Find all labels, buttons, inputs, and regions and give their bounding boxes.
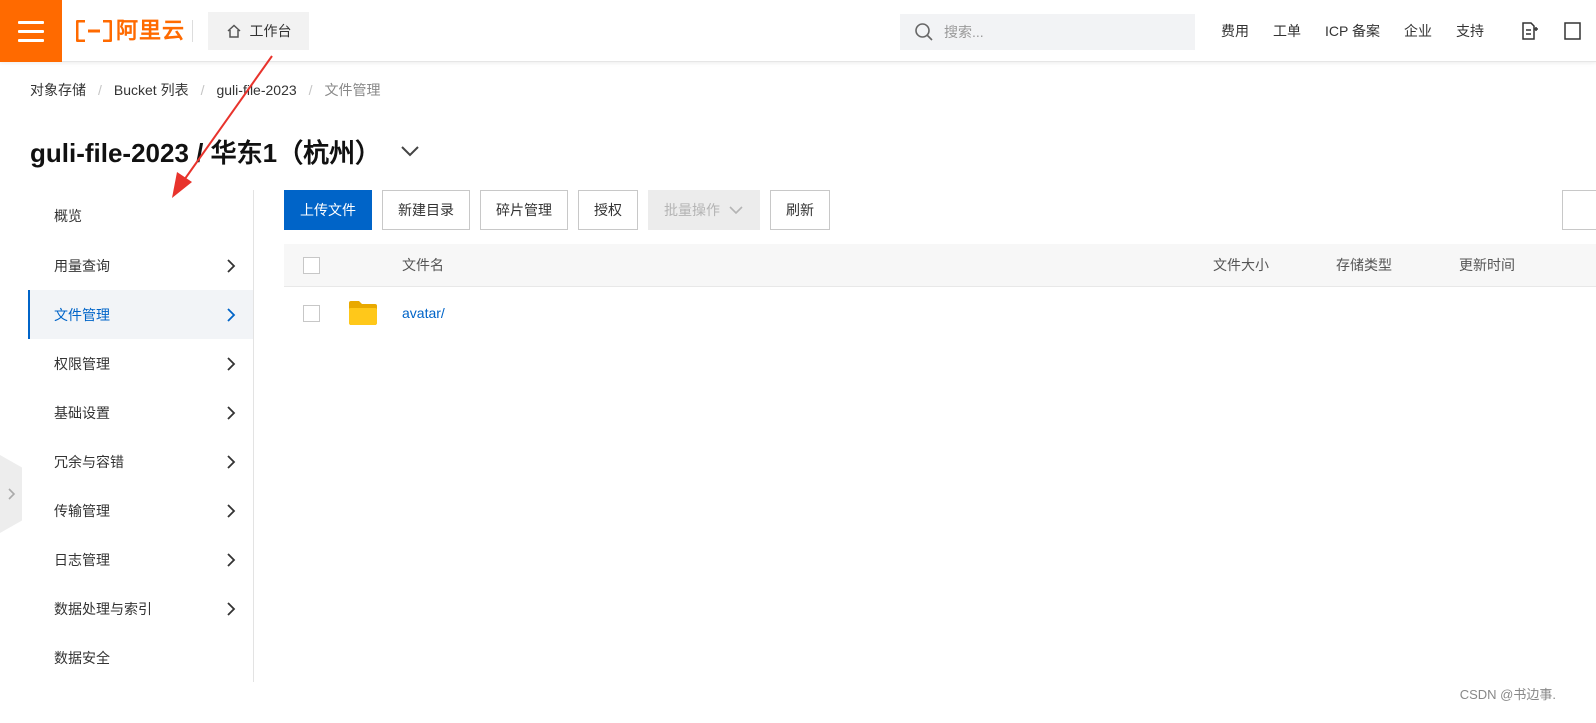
file-name-link[interactable]: avatar/ xyxy=(402,305,445,321)
table-row[interactable]: avatar/ xyxy=(284,287,1596,339)
page: 阿里云 工作台 费用 工单 ICP 备案 企业 支持 xyxy=(0,0,1596,723)
sidebar-collapse-toggle[interactable] xyxy=(0,455,22,533)
chevron-right-icon xyxy=(227,552,236,567)
row-select-cell xyxy=(303,287,320,339)
menu-line xyxy=(18,29,44,33)
sidebar-item-basic-settings[interactable]: 基础设置 xyxy=(28,388,253,437)
breadcrumb-current: 文件管理 xyxy=(324,82,381,98)
sidebar-item-permissions[interactable]: 权限管理 xyxy=(28,339,253,388)
chevron-right-icon xyxy=(227,503,236,518)
aliyun-logo[interactable]: 阿里云 xyxy=(76,17,185,45)
chevron-down-icon[interactable] xyxy=(399,140,421,162)
breadcrumb-separator: / xyxy=(308,82,313,98)
sidebar-item-label: 文件管理 xyxy=(54,306,110,323)
screen-icon[interactable] xyxy=(1563,20,1583,42)
sidebar-item-label: 用量查询 xyxy=(54,257,110,274)
column-header-name[interactable]: 文件名 xyxy=(402,244,444,286)
sidebar-item-label: 冗余与容错 xyxy=(54,453,124,470)
sidebar-item-label: 数据处理与索引 xyxy=(54,600,152,617)
sidebar-item-label: 权限管理 xyxy=(54,355,110,372)
batch-operations-dropdown[interactable]: 批量操作 xyxy=(648,190,760,230)
toolbar-overflow-button[interactable] xyxy=(1562,190,1596,230)
chevron-down-icon xyxy=(729,206,743,215)
new-directory-button[interactable]: 新建目录 xyxy=(382,190,470,230)
folder-icon xyxy=(349,301,377,325)
chevron-right-icon xyxy=(227,356,236,371)
sidebar-item-label: 概览 xyxy=(54,207,82,224)
aliyun-logo-icon xyxy=(76,20,112,42)
breadcrumb-separator: / xyxy=(98,82,102,98)
authorize-button[interactable]: 授权 xyxy=(578,190,638,230)
file-table: 文件名 文件大小 存储类型 更新时间 avatar/ xyxy=(284,244,1596,339)
watermark: CSDN @书边事. xyxy=(1459,687,1556,702)
menu-line xyxy=(18,20,44,24)
sidebar-item-data-security[interactable]: 数据安全 xyxy=(28,633,253,682)
sidebar-item-label: 数据安全 xyxy=(54,649,110,666)
breadcrumb: 对象存储 / Bucket 列表 / guli-file-2023 / 文件管理 xyxy=(30,80,381,100)
chevron-right-icon xyxy=(227,258,236,273)
sidebar-item-logs[interactable]: 日志管理 xyxy=(28,535,253,584)
top-link-tickets[interactable]: 工单 xyxy=(1273,21,1301,41)
sidebar-item-redundancy[interactable]: 冗余与容错 xyxy=(28,437,253,486)
upload-file-button[interactable]: 上传文件 xyxy=(284,190,372,230)
breadcrumb-bucket-list[interactable]: Bucket 列表 xyxy=(114,80,189,100)
sidebar-item-data-processing[interactable]: 数据处理与索引 xyxy=(28,584,253,633)
search-input[interactable] xyxy=(944,24,1184,40)
search-box[interactable] xyxy=(900,14,1195,50)
logo-divider xyxy=(192,20,193,42)
select-all-cell xyxy=(303,244,320,286)
toolbar: 上传文件 新建目录 碎片管理 授权 批量操作 刷新 xyxy=(284,190,830,230)
refresh-button[interactable]: 刷新 xyxy=(770,190,830,230)
top-links: 费用 工单 ICP 备案 企业 支持 xyxy=(1221,20,1484,42)
breadcrumb-oss[interactable]: 对象存储 xyxy=(30,80,86,100)
page-title-row: guli-file-2023 / 华东1（杭州） xyxy=(30,132,421,170)
workbench-label: 工作台 xyxy=(249,23,292,39)
sidebar-item-usage[interactable]: 用量查询 xyxy=(28,241,253,290)
logo-text: 阿里云 xyxy=(116,18,186,43)
breadcrumb-separator: / xyxy=(200,82,205,98)
home-icon xyxy=(226,24,241,38)
sidebar-item-transfer[interactable]: 传输管理 xyxy=(28,486,253,535)
sidebar-item-file-management[interactable]: 文件管理 xyxy=(28,290,253,339)
file-name-cell: avatar/ xyxy=(402,287,445,339)
top-link-icp[interactable]: ICP 备案 xyxy=(1325,21,1380,41)
sidebar-item-overview[interactable]: 概览 xyxy=(28,190,253,241)
top-link-billing[interactable]: 费用 xyxy=(1221,21,1249,41)
column-header-storage-class[interactable]: 存储类型 xyxy=(1336,244,1392,286)
chevron-right-icon xyxy=(227,601,236,616)
top-link-enterprise[interactable]: 企业 xyxy=(1404,21,1432,41)
sidebar-item-label: 基础设置 xyxy=(54,404,110,421)
row-checkbox[interactable] xyxy=(303,304,320,322)
fragment-management-button[interactable]: 碎片管理 xyxy=(480,190,568,230)
sidebar-item-label: 传输管理 xyxy=(54,502,110,519)
top-bar: 阿里云 工作台 费用 工单 ICP 备案 企业 支持 xyxy=(0,0,1596,62)
app-icon[interactable] xyxy=(1520,20,1540,42)
table-header: 文件名 文件大小 存储类型 更新时间 xyxy=(284,244,1596,287)
column-header-updated[interactable]: 更新时间 xyxy=(1459,244,1515,286)
folder-icon-cell xyxy=(348,287,378,339)
menu-line xyxy=(18,38,44,42)
select-all-checkbox[interactable] xyxy=(303,256,320,274)
batch-operations-label: 批量操作 xyxy=(664,202,720,218)
page-title: guli-file-2023 / 华东1（杭州） xyxy=(30,137,382,168)
hamburger-menu-button[interactable] xyxy=(0,0,62,62)
chevron-right-icon xyxy=(227,307,236,322)
breadcrumb-bucket[interactable]: guli-file-2023 xyxy=(216,82,296,98)
chevron-right-icon xyxy=(227,454,236,469)
sidebar: 概览 用量查询 文件管理 权限管理 基础设置 冗余与容错 传输管理 日志管理 数… xyxy=(28,190,254,682)
chevron-right-icon xyxy=(8,488,16,500)
chevron-right-icon xyxy=(227,405,236,420)
workbench-button[interactable]: 工作台 xyxy=(208,12,309,50)
top-link-support[interactable]: 支持 xyxy=(1456,21,1484,41)
sidebar-item-label: 日志管理 xyxy=(54,551,110,568)
column-header-size[interactable]: 文件大小 xyxy=(1213,244,1269,286)
search-icon xyxy=(915,23,933,41)
